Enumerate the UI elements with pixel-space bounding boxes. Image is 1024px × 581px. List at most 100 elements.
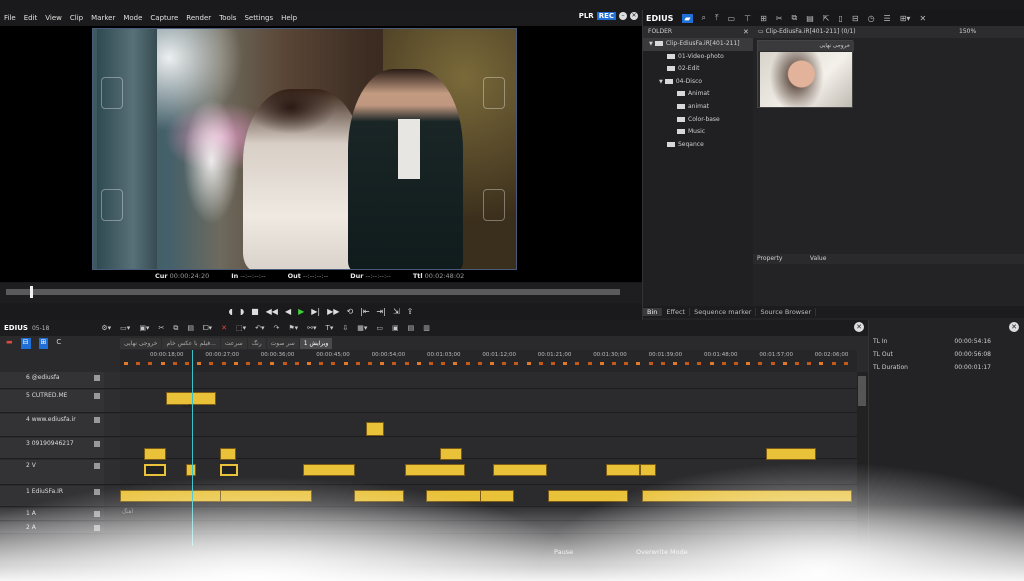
menu-item-help[interactable]: Help — [277, 14, 301, 22]
folder-node[interactable]: 02-Edit — [643, 63, 753, 76]
track-header[interactable]: 6 @ediusfa — [0, 372, 104, 388]
up-folder-icon[interactable]: ⤒ — [715, 13, 719, 23]
timeline-clip[interactable] — [642, 490, 852, 502]
title-icon[interactable]: T▾ — [326, 324, 334, 332]
insert-mode-icon[interactable]: ⊟ — [20, 338, 31, 349]
info-close-icon[interactable]: ✕ — [1009, 322, 1019, 332]
menu-item-capture[interactable]: Capture — [146, 14, 182, 22]
undo-icon[interactable]: ↶▾ — [255, 324, 264, 332]
track-header[interactable]: 3 09190946217 — [0, 438, 104, 458]
link-icon[interactable]: ⚯▾ — [307, 324, 316, 332]
menu-item-file[interactable]: File — [0, 14, 20, 22]
timeline-clip[interactable] — [220, 448, 236, 460]
step-forward-icon[interactable]: ▶| — [311, 307, 320, 316]
thumbnail-view-icon[interactable]: ⊞▾ — [900, 14, 911, 23]
menu-item-mode[interactable]: Mode — [119, 14, 146, 22]
track-toggle-icon[interactable] — [94, 393, 100, 399]
marker-icon[interactable]: ⚑▾ — [288, 324, 298, 332]
menu-item-render[interactable]: Render — [182, 14, 215, 22]
export-icon[interactable]: ⇩ — [342, 324, 348, 332]
track-toggle-icon[interactable] — [94, 375, 100, 381]
layout-a-icon[interactable]: ▭ — [376, 324, 383, 332]
timeline-ruler[interactable]: 00:00:18;00 00:00:27;00 00:00:36;00 00:00:4… — [120, 350, 857, 372]
add-clip-icon[interactable]: ⊞ — [760, 14, 767, 23]
timeline-clip[interactable] — [640, 464, 656, 476]
folder-icon[interactable]: ▰ — [682, 13, 693, 23]
timeline-clip[interactable]: edi... — [166, 392, 216, 410]
track-lane[interactable] — [120, 372, 857, 388]
timeline-clip[interactable] — [480, 490, 514, 502]
folder-node[interactable]: Seqance — [643, 139, 753, 152]
menu-item-view[interactable]: View — [41, 14, 66, 22]
timeline-clip[interactable] — [303, 464, 355, 476]
sequence-tab[interactable]: ویرایش 1 — [299, 338, 333, 349]
scrub-track[interactable] — [6, 289, 620, 295]
tab-bin[interactable]: Bin — [643, 308, 663, 316]
close-icon[interactable]: ✕ — [630, 12, 638, 20]
folder-node[interactable]: Music — [643, 126, 753, 139]
tab-source-browser[interactable]: Source Browser — [756, 308, 817, 316]
track-toggle-icon[interactable] — [94, 441, 100, 447]
insert-icon[interactable]: |⇤ — [360, 307, 369, 316]
menu-item-settings[interactable]: Settings — [240, 14, 277, 22]
track-lane[interactable] — [120, 486, 857, 506]
folder-node[interactable]: Color-base — [643, 114, 753, 127]
layout-d-icon[interactable]: ▥ — [423, 324, 430, 332]
timeline-playhead[interactable] — [192, 350, 193, 546]
list-view-icon[interactable]: ☰ — [884, 14, 891, 23]
save-icon[interactable]: ▣▾ — [139, 324, 149, 332]
clip-thumbnail[interactable]: خروجی نهایی — [757, 40, 854, 108]
timeline-clip[interactable] — [354, 490, 404, 502]
track-lane[interactable]: edi... — [120, 438, 857, 466]
replace-icon[interactable]: ⧠▾ — [203, 324, 212, 333]
timeline-clip[interactable]: edi... — [766, 448, 816, 466]
timeline-clip[interactable] — [366, 422, 384, 436]
ripple-mode-icon[interactable]: ⊞ — [38, 338, 49, 349]
mark-out-icon[interactable]: ◗ — [240, 307, 244, 316]
timeline-clip[interactable] — [440, 448, 462, 460]
timeline-clip[interactable] — [220, 464, 238, 476]
rec-label[interactable]: REC — [596, 12, 616, 20]
tab-sequence-marker[interactable]: Sequence marker — [690, 308, 757, 316]
delete-icon[interactable]: ▯ — [838, 14, 842, 23]
track-header[interactable]: 5 CUTRED.ME — [0, 390, 104, 412]
folder-node[interactable]: ▼ Clip-EdiusFa.iR[401-211] — [643, 38, 753, 51]
track-header[interactable]: 2 V — [0, 460, 104, 484]
track-sync-icon[interactable] — [104, 414, 120, 436]
set-out-icon[interactable]: ⇲ — [393, 307, 400, 316]
menu-item-marker[interactable]: Marker — [87, 14, 119, 22]
timecode-value[interactable]: --:--:--:-- — [303, 272, 328, 280]
play-icon[interactable]: ▶ — [298, 307, 304, 316]
track-sync-icon[interactable] — [104, 438, 120, 458]
timeline-clip[interactable] — [144, 464, 166, 476]
sync-icon[interactable]: ▬ — [6, 338, 13, 349]
timecode-value[interactable]: --:--:--:-- — [240, 272, 265, 280]
paste-icon[interactable]: ▤ — [806, 14, 814, 23]
timeline-close-icon[interactable]: ✕ — [854, 322, 864, 332]
sequence-tab[interactable]: سر صوت — [266, 338, 299, 349]
menu-item-edit[interactable]: Edit — [20, 14, 42, 22]
timeline-clip[interactable] — [220, 490, 312, 502]
timeline-scroll-thumb[interactable] — [858, 376, 866, 406]
rewind-icon[interactable]: ◀◀ — [266, 307, 278, 316]
track-lane[interactable] — [120, 522, 857, 533]
track-lane[interactable] — [120, 414, 857, 436]
timeline-clip[interactable] — [405, 464, 465, 476]
track-sync-icon[interactable] — [104, 372, 120, 388]
cut-icon[interactable]: ✂ — [776, 14, 783, 23]
cut-icon[interactable]: ✂ — [158, 324, 164, 332]
scrub-bar[interactable] — [0, 283, 642, 303]
track-lane[interactable]: آهنگ — [120, 508, 857, 520]
timeline-clip[interactable] — [548, 490, 628, 502]
expand-arrow-icon[interactable]: ▼ — [659, 79, 663, 85]
track-lane[interactable]: edi... — [120, 390, 857, 412]
layout-c-icon[interactable]: ▤ — [408, 324, 415, 332]
delete-icon[interactable]: ✕ — [221, 324, 227, 332]
export-icon[interactable]: ⇪ — [407, 307, 414, 316]
track-header[interactable]: 1 A — [0, 508, 104, 520]
sequence-tab[interactable]: سرعت — [220, 338, 247, 349]
menu-item-tools[interactable]: Tools — [215, 14, 240, 22]
copy-icon[interactable]: ⧉ — [791, 13, 797, 23]
add-to-timeline-icon[interactable]: ⇱ — [823, 14, 830, 23]
layout-b-icon[interactable]: ▣ — [392, 324, 399, 332]
